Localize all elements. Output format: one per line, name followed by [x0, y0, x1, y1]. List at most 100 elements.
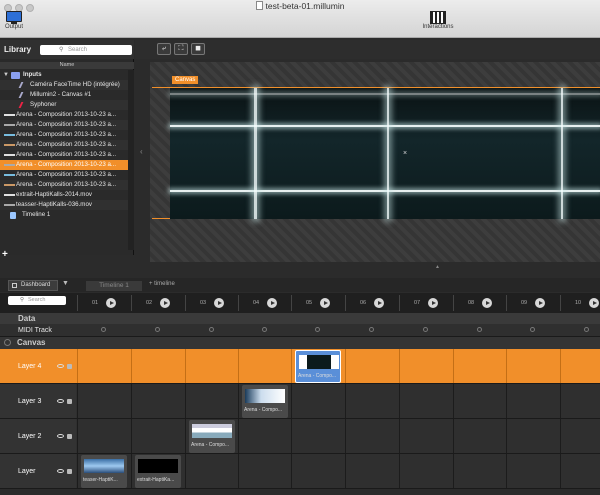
layer-cell[interactable] [560, 419, 600, 453]
play-column-button[interactable] [374, 298, 384, 308]
lock-icon[interactable] [67, 364, 72, 369]
layer-cell[interactable] [291, 419, 345, 453]
layer-cell[interactable] [185, 384, 238, 418]
tab-timeline-1[interactable]: Timeline 1 [86, 281, 142, 291]
data-section[interactable]: Data [0, 313, 600, 324]
fill-view-button[interactable]: ◼ [191, 43, 205, 55]
layer-row[interactable]: Layer 4 Arena - Compo... [0, 349, 600, 384]
output-button[interactable]: Output [2, 11, 26, 30]
disclosure-triangle-icon[interactable]: ▼ [3, 70, 9, 80]
layer-row[interactable]: Layer teaser-HaptiK... extrait-HaptiKa... [0, 454, 600, 489]
library-item[interactable]: Arena - Composition 2013-10-23 a... [0, 180, 128, 190]
library-scrollbar[interactable] [128, 70, 134, 250]
play-column-button[interactable] [589, 298, 599, 308]
media-clip[interactable]: Arena - Compo... [189, 420, 235, 453]
layer-cell[interactable] [506, 419, 560, 453]
library-item[interactable]: Arena - Composition 2013-10-23 a... [0, 110, 128, 120]
lock-icon[interactable] [67, 469, 72, 474]
midi-cell-indicator[interactable] [262, 327, 267, 332]
layer-cell[interactable] [453, 419, 506, 453]
layer-header[interactable]: Layer 4 [0, 349, 76, 383]
library-item[interactable]: ▼ Inputs [0, 70, 128, 80]
library-item[interactable]: Arena - Composition 2013-10-23 a... [0, 160, 128, 170]
add-timeline-button[interactable]: + timeline [149, 281, 175, 287]
midi-cell-indicator[interactable] [155, 327, 160, 332]
midi-cell-indicator[interactable] [315, 327, 320, 332]
collapse-chevron-icon[interactable]: ‹ [140, 147, 143, 156]
layer-cell[interactable] [560, 349, 600, 383]
layer-cell[interactable] [131, 349, 185, 383]
lock-icon[interactable] [67, 399, 72, 404]
layer-cell[interactable] [131, 419, 185, 453]
library-item[interactable]: Arena - Composition 2013-10-23 a... [0, 150, 128, 160]
layer-cell[interactable] [560, 384, 600, 418]
layer-cell[interactable] [506, 384, 560, 418]
library-item[interactable]: teasser-HaptiKalls-036.mov [0, 200, 128, 210]
rotate-view-button[interactable]: ⤶ [157, 43, 171, 55]
layer-cell[interactable] [399, 349, 453, 383]
library-item[interactable]: Caméra FaceTime HD (intégrée) [0, 80, 128, 90]
layer-cell[interactable] [399, 454, 453, 488]
play-column-button[interactable] [160, 298, 170, 308]
library-item[interactable]: Arena - Composition 2013-10-23 a... [0, 120, 128, 130]
layer-cell[interactable] [131, 384, 185, 418]
add-media-button[interactable]: + [2, 249, 8, 260]
layer-cell[interactable] [399, 419, 453, 453]
library-item[interactable]: Arena - Composition 2013-10-23 a... [0, 130, 128, 140]
play-column-button[interactable] [106, 298, 116, 308]
layer-cell[interactable] [506, 349, 560, 383]
layer-header[interactable]: Layer [0, 454, 76, 488]
layer-cell[interactable] [345, 349, 399, 383]
visibility-eye-icon[interactable] [57, 364, 64, 368]
layer-cell[interactable] [77, 384, 131, 418]
layer-cell[interactable] [291, 454, 345, 488]
interactions-button[interactable]: Interactions [416, 11, 460, 30]
fit-view-button[interactable]: ⛶ [174, 43, 188, 55]
layer-cell[interactable] [291, 384, 345, 418]
layer-cell[interactable] [185, 349, 238, 383]
layer-cell[interactable] [185, 454, 238, 488]
lock-icon[interactable] [67, 434, 72, 439]
layer-cell[interactable] [506, 454, 560, 488]
media-clip[interactable]: Arena - Compo... [242, 385, 288, 418]
layer-header[interactable]: Layer 3 [0, 384, 76, 418]
library-item[interactable]: Millumin2 - Canvas #1 [0, 90, 128, 100]
layer-cell[interactable] [238, 349, 291, 383]
layer-cell[interactable] [77, 419, 131, 453]
play-column-button[interactable] [428, 298, 438, 308]
library-item[interactable]: Timeline 1 [0, 210, 128, 220]
layer-row[interactable]: Layer 3 Arena - Compo... [0, 384, 600, 419]
play-column-button[interactable] [320, 298, 330, 308]
dropdown-triangle-icon[interactable]: ▼ [62, 280, 69, 287]
visibility-eye-icon[interactable] [57, 469, 64, 473]
layer-cell[interactable] [560, 454, 600, 488]
midi-cell-indicator[interactable] [530, 327, 535, 332]
visibility-eye-icon[interactable] [57, 399, 64, 403]
midi-cell-indicator[interactable] [209, 327, 214, 332]
tab-dashboard[interactable]: Dashboard [8, 280, 58, 291]
library-search-input[interactable]: ⚲ Search [40, 45, 132, 55]
layer-cell[interactable] [453, 384, 506, 418]
midi-cell-indicator[interactable] [101, 327, 106, 332]
library-item[interactable]: Arena - Composition 2013-10-23 a... [0, 140, 128, 150]
layer-cell[interactable] [453, 454, 506, 488]
layer-row[interactable]: Layer 2 Arena - Compo... [0, 419, 600, 454]
library-item[interactable]: extrait-HaptiKalls-2014.mov [0, 190, 128, 200]
midi-cell-indicator[interactable] [477, 327, 482, 332]
layer-cell[interactable] [345, 384, 399, 418]
resize-handle-icon[interactable]: ▲ [435, 264, 440, 270]
layer-cell[interactable] [77, 349, 131, 383]
media-clip[interactable]: teaser-HaptiK... [81, 455, 127, 488]
layer-cell[interactable] [238, 454, 291, 488]
media-clip[interactable]: Arena - Compo... [295, 350, 341, 383]
layer-cell[interactable] [345, 454, 399, 488]
dashboard-search-input[interactable]: ⚲ Search [8, 296, 66, 305]
layer-cell[interactable] [453, 349, 506, 383]
media-clip[interactable]: extrait-HaptiKa... [135, 455, 181, 488]
midi-cell-indicator[interactable] [423, 327, 428, 332]
layer-cell[interactable] [238, 419, 291, 453]
layer-header[interactable]: Layer 2 [0, 419, 76, 453]
play-column-button[interactable] [535, 298, 545, 308]
layer-cell[interactable] [399, 384, 453, 418]
library-item[interactable]: Arena - Composition 2013-10-23 a... [0, 170, 128, 180]
